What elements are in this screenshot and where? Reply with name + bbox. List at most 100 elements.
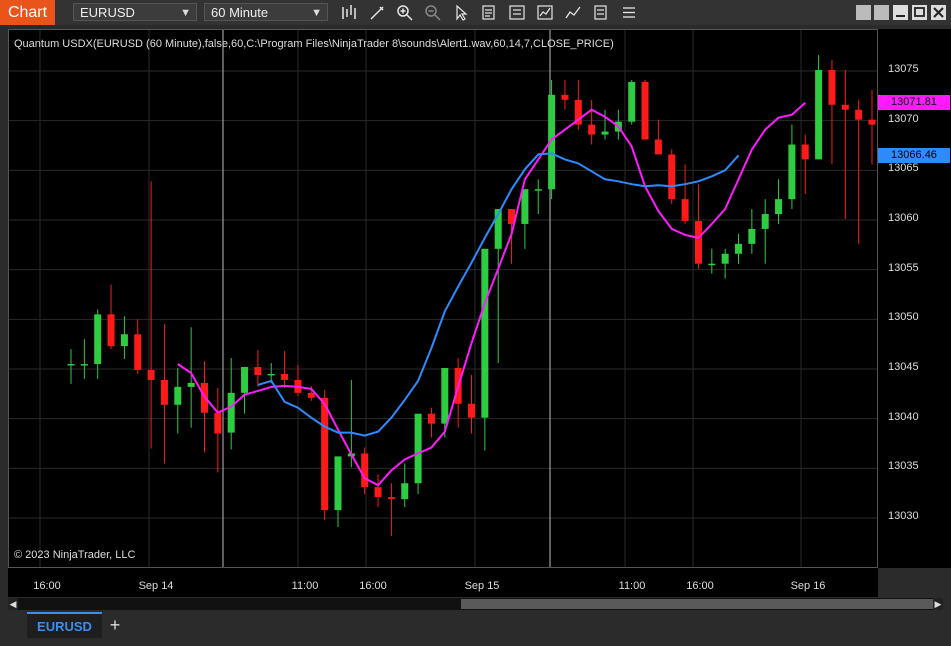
candle-body — [561, 94, 569, 100]
candle-body — [67, 364, 75, 366]
time-tick-label: 16:00 — [33, 580, 61, 592]
candle-body — [321, 397, 329, 511]
candle-body — [761, 214, 769, 229]
maximize-button[interactable] — [912, 5, 927, 20]
templates-icon[interactable] — [592, 4, 610, 21]
candle-body — [254, 367, 262, 375]
candle-body — [708, 263, 716, 266]
minimize-button[interactable] — [893, 5, 908, 20]
interval-value: 60 Minute — [211, 5, 269, 20]
add-tab-button[interactable]: + — [106, 612, 124, 638]
price-tick-label: 13055 — [888, 261, 919, 274]
candle-body — [374, 487, 382, 498]
price-tick-label: 13050 — [888, 311, 919, 324]
candle-body — [748, 228, 756, 244]
candle-body — [868, 119, 876, 125]
tab-eurusd[interactable]: EURUSD — [27, 612, 102, 638]
price-tick-label: 13060 — [888, 212, 919, 224]
candle-body — [628, 81, 636, 122]
tab-bar: EURUSD + — [0, 610, 951, 646]
candle-body — [855, 109, 863, 120]
candle-body — [281, 373, 289, 380]
instrument-selector[interactable]: EURUSD ▼ — [73, 3, 197, 21]
candle-body — [735, 243, 742, 254]
candle-body — [534, 189, 542, 191]
zoom-out-icon[interactable] — [424, 4, 442, 21]
candle-body — [427, 413, 435, 424]
indicator-title: Quantum USDX(EURUSD (60 Minute),false,60… — [14, 38, 614, 50]
zoom-in-icon[interactable] — [396, 4, 414, 21]
candle-body — [214, 412, 222, 434]
time-tick-label: Sep 15 — [464, 580, 500, 592]
candle-body — [147, 369, 155, 380]
price-tick-label: 13065 — [888, 162, 919, 175]
candle-body — [668, 154, 676, 200]
candle-body — [361, 453, 369, 488]
price-tick-label: 13035 — [888, 460, 919, 473]
scroll-right-arrow[interactable]: ▶ — [933, 598, 943, 610]
fast-ma-line — [177, 102, 806, 487]
time-tick-label: Sep 14 — [138, 580, 174, 592]
candle-body — [387, 497, 395, 500]
time-tick-label: 11:00 — [291, 580, 319, 592]
chart-panel[interactable]: Quantum USDX(EURUSD (60 Minute),false,60… — [8, 29, 878, 568]
indicators-icon[interactable] — [564, 4, 582, 21]
bar-type-icon[interactable] — [340, 4, 358, 21]
candle-body — [107, 314, 115, 347]
price-tick-label: 13075 — [888, 63, 919, 75]
main-toolbar: Chart EURUSD ▼ 60 Minute ▼ — [0, 0, 951, 25]
candle-body — [521, 189, 529, 224]
candle-body — [401, 483, 409, 500]
candle-body — [468, 403, 475, 418]
close-button[interactable] — [931, 5, 946, 20]
candle-body — [588, 124, 596, 135]
window-option-button-2[interactable] — [874, 5, 889, 20]
scroll-thumb[interactable] — [461, 599, 933, 609]
drawing-tool-icon[interactable] — [368, 4, 386, 21]
candle-body — [841, 104, 849, 110]
candle-body — [441, 368, 449, 424]
chevron-down-icon: ▼ — [311, 7, 322, 19]
candle-body — [815, 70, 823, 160]
candle-body — [80, 364, 88, 366]
slow-line-price-tag: 13066.46 — [878, 148, 950, 163]
time-tick-label: 16:00 — [359, 580, 387, 592]
chart-scrollbar[interactable]: ◀ ▶ — [8, 598, 943, 610]
scroll-left-arrow[interactable]: ◀ — [8, 598, 18, 610]
candle-body — [721, 253, 729, 264]
candle-body — [788, 144, 796, 200]
copyright-text: © 2023 NinjaTrader, LLC — [14, 549, 136, 561]
candle-body — [307, 392, 315, 398]
data-box-icon[interactable] — [508, 4, 526, 21]
candle-body — [828, 70, 836, 105]
candle-body — [187, 382, 195, 387]
candle-body — [775, 199, 783, 215]
candle-body — [267, 373, 275, 376]
fast-line-price-tag: 13071.81 — [878, 95, 950, 110]
window-option-button[interactable] — [856, 5, 871, 20]
time-tick-label: Sep 16 — [790, 580, 826, 592]
candle-body — [160, 379, 168, 405]
time-axis[interactable]: 16:00 Sep 14 11:00 16:00 Sep 15 11:00 16:00 Sep… — [8, 568, 878, 597]
candle-body — [654, 139, 662, 155]
candle-body — [414, 413, 422, 484]
price-tick-label: 13030 — [888, 510, 919, 522]
candle-body — [134, 334, 142, 370]
strategies-icon[interactable] — [536, 4, 554, 21]
candle-body — [801, 144, 809, 160]
candle-body — [334, 456, 342, 511]
price-axis[interactable]: 13030 13035 13040 13045 13050 13055 13060 13065… — [878, 29, 951, 568]
candle-body — [481, 248, 489, 418]
pointer-icon[interactable] — [452, 4, 470, 21]
candle-body — [94, 314, 102, 365]
time-tick-label: 11:00 — [618, 580, 646, 592]
candle-body — [120, 334, 128, 347]
candle-body — [694, 220, 702, 264]
menu-icon[interactable] — [620, 4, 638, 21]
properties-icon[interactable] — [480, 4, 498, 21]
chart-window-label: Chart — [0, 0, 55, 25]
candlestick-chart[interactable] — [9, 30, 877, 567]
candle-body — [174, 386, 182, 405]
interval-selector[interactable]: 60 Minute ▼ — [204, 3, 328, 21]
instrument-value: EURUSD — [80, 5, 135, 20]
